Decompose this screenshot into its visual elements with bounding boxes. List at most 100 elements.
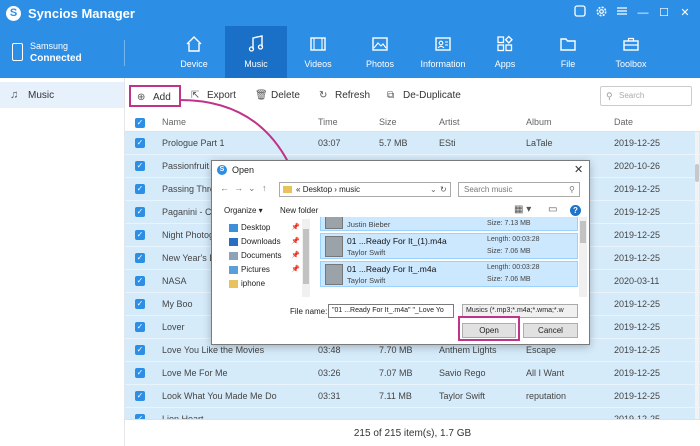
settings-gear-icon[interactable]: [593, 5, 609, 21]
row-checkbox[interactable]: ✓: [135, 207, 145, 217]
sidebar-item-music[interactable]: ♫ Music: [0, 82, 124, 108]
column-header-date[interactable]: Date: [614, 117, 633, 127]
tree-item-pictures[interactable]: Pictures 📌: [227, 263, 302, 277]
column-header-artist[interactable]: Artist: [439, 117, 460, 127]
column-header-size[interactable]: Size: [379, 117, 397, 127]
duplicate-icon: ⧉: [387, 90, 395, 101]
table-row[interactable]: ✓ Look What You Made Me Do 03:31 7.11 MB Tay…: [125, 385, 700, 408]
column-header-time[interactable]: Time: [318, 117, 338, 127]
tab-videos[interactable]: Videos: [287, 26, 349, 78]
tab-information[interactable]: Information: [412, 26, 474, 78]
mini-mode-icon[interactable]: [572, 5, 588, 21]
organize-button[interactable]: Organize ▾: [224, 206, 263, 215]
device-name: Samsung: [30, 41, 69, 51]
row-checkbox[interactable]: ✓: [135, 161, 145, 171]
tab-music-label: Music: [244, 59, 268, 69]
refresh-button[interactable]: ↻ Refresh: [319, 85, 370, 107]
audio-file-thumbnail-icon: [325, 236, 343, 257]
file-size: Size: 7.06 MB: [487, 276, 531, 283]
row-checkbox[interactable]: ✓: [135, 253, 145, 263]
forward-arrow-icon[interactable]: →: [234, 183, 243, 193]
table-scrollbar[interactable]: [695, 132, 699, 420]
row-checkbox[interactable]: ✓: [135, 138, 145, 148]
file-item[interactable]: Justin Bieber Size: 7.13 MB: [320, 217, 578, 231]
folder-tree-scrollbar[interactable]: [302, 219, 310, 297]
column-header-name[interactable]: Name: [162, 117, 186, 127]
row-checkbox[interactable]: ✓: [135, 299, 145, 309]
pin-icon: 📌: [291, 238, 300, 245]
dialog-footer: File name: "01 ...Ready For It_.m4a" "_L…: [212, 301, 589, 345]
tree-item-iphone[interactable]: iphone: [227, 277, 302, 291]
add-button[interactable]: ⊕ Add: [129, 85, 181, 107]
dialog-nav-bar: ← → ⌄ ↑ « Desktop › music ⌄ ↻ Search mus…: [212, 181, 589, 199]
address-bar[interactable]: « Desktop › music ⌄ ↻: [279, 182, 451, 197]
search-placeholder: Search: [619, 91, 645, 100]
tab-videos-label: Videos: [304, 59, 332, 69]
tab-file[interactable]: File: [537, 26, 599, 78]
close-button[interactable]: ✕: [677, 5, 693, 21]
device-info[interactable]: Samsung Connected: [10, 26, 124, 78]
file-list-scrollbar[interactable]: [579, 217, 587, 297]
tree-item-desktop[interactable]: Desktop 📌: [227, 221, 302, 235]
tab-toolbox[interactable]: Toolbox: [600, 26, 662, 78]
tab-music[interactable]: Music: [225, 26, 287, 78]
file-name-input[interactable]: "01 ...Ready For It_.m4a" "_Love Yo: [328, 304, 454, 318]
tree-item-documents[interactable]: Documents 📌: [227, 249, 302, 263]
cell-date: 2019-12-25: [614, 184, 661, 194]
tree-item-downloads[interactable]: Downloads 📌: [227, 235, 302, 249]
delete-button[interactable]: 🗑 Delete: [255, 85, 300, 107]
select-all-checkbox[interactable]: ✓: [135, 118, 145, 128]
row-checkbox[interactable]: ✓: [135, 345, 145, 355]
scrollbar-thumb[interactable]: [303, 229, 309, 284]
view-options-icon[interactable]: ▦ ▾: [514, 204, 531, 215]
search-input[interactable]: ⚲ Search: [600, 86, 692, 106]
table-row[interactable]: ✓ Prologue Part 1 03:07 5.7 MB ESti LaTale 201…: [125, 132, 700, 155]
row-checkbox[interactable]: ✓: [135, 322, 145, 332]
dialog-search-input[interactable]: Search music ⚲: [458, 182, 580, 197]
row-checkbox[interactable]: ✓: [135, 391, 145, 401]
cell-album: All I Want: [526, 368, 565, 378]
app-title: Syncios Manager: [28, 6, 135, 21]
scrollbar-thumb[interactable]: [580, 221, 586, 243]
nav-divider: [124, 40, 125, 66]
minimize-button[interactable]: —: [635, 5, 651, 21]
image-icon: [372, 37, 388, 51]
refresh-icon[interactable]: ↻: [440, 183, 447, 196]
tab-apps[interactable]: Apps: [474, 26, 536, 78]
app-logo-icon: S: [6, 6, 21, 21]
table-row[interactable]: ✓ Lion Heart 2019-12-25: [125, 408, 700, 419]
file-item[interactable]: 01 ...Ready For It_.m4a Taylor Swift Len…: [320, 261, 578, 287]
cell-date: 2019-12-25: [614, 391, 661, 401]
deduplicate-button[interactable]: ⧉ De-Duplicate: [387, 85, 461, 107]
dialog-close-button[interactable]: ✕: [574, 163, 583, 176]
chevron-down-icon[interactable]: ⌄: [430, 183, 437, 196]
column-header-album[interactable]: Album: [526, 117, 552, 127]
file-item[interactable]: 01 ...Ready For It_(1).m4a Taylor Swift …: [320, 233, 578, 259]
toolbar: ⊕ Add ⇱ Export 🗑 Delete ↻ Refresh ⧉ De-Duplic…: [125, 78, 700, 114]
file-name-label: File name:: [290, 307, 328, 316]
new-folder-button[interactable]: New folder: [280, 206, 318, 215]
tab-photos[interactable]: Photos: [349, 26, 411, 78]
row-checkbox[interactable]: ✓: [135, 368, 145, 378]
up-arrow-icon[interactable]: ↑: [262, 183, 267, 193]
menu-icon[interactable]: [614, 5, 630, 21]
cell-name: Look What You Made Me Do: [162, 391, 277, 401]
back-arrow-icon[interactable]: ←: [220, 183, 229, 193]
row-checkbox[interactable]: ✓: [135, 276, 145, 286]
tree-item-label: iphone: [241, 279, 266, 288]
film-icon: [310, 37, 326, 51]
maximize-button[interactable]: ☐: [656, 5, 672, 21]
home-icon: [186, 36, 202, 52]
preview-pane-icon[interactable]: ▭: [548, 204, 557, 215]
cell-album: reputation: [526, 391, 567, 401]
recent-locations-icon[interactable]: ⌄: [248, 183, 256, 194]
export-button[interactable]: ⇱ Export: [191, 85, 236, 107]
scrollbar-thumb[interactable]: [695, 164, 699, 182]
row-checkbox[interactable]: ✓: [135, 230, 145, 240]
tab-device[interactable]: Device: [163, 26, 225, 78]
cancel-button[interactable]: Cancel: [523, 323, 578, 338]
row-checkbox[interactable]: ✓: [135, 184, 145, 194]
table-row[interactable]: ✓ Love Me For Me 03:26 7.07 MB Savio Rego All…: [125, 362, 700, 385]
refresh-icon: ↻: [319, 90, 328, 101]
help-icon[interactable]: ?: [570, 205, 581, 216]
